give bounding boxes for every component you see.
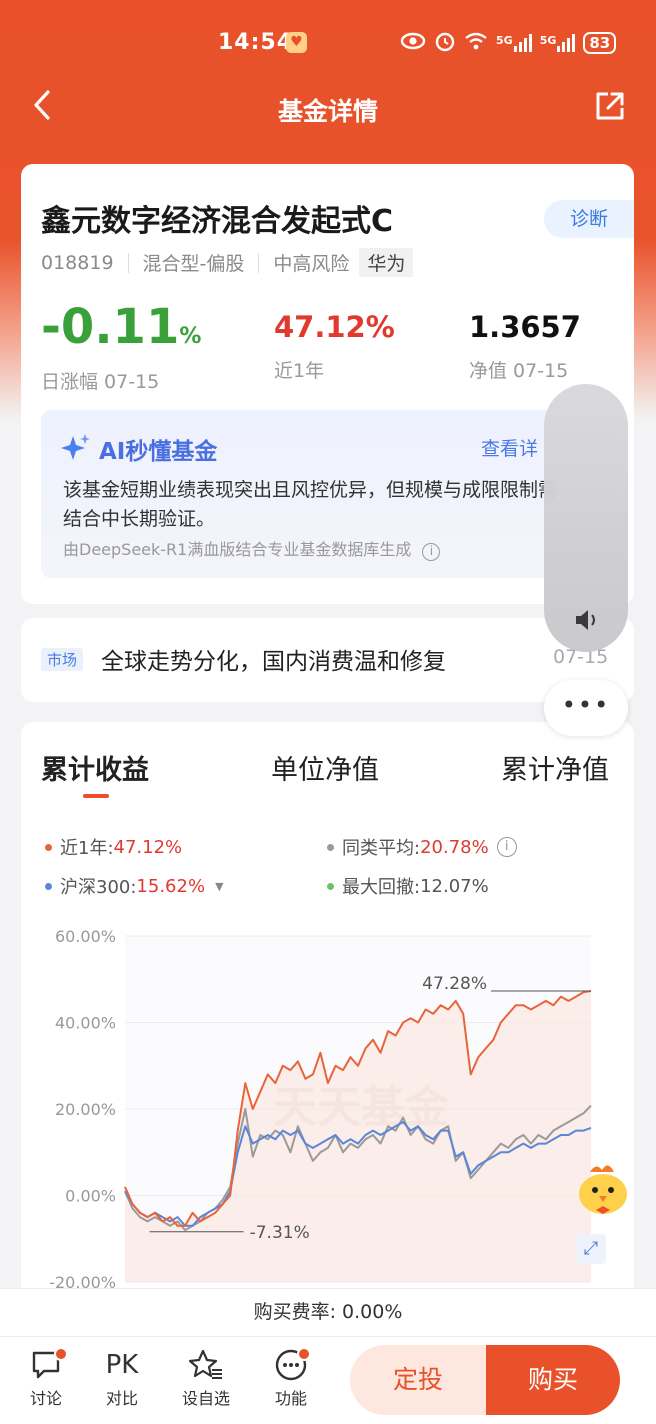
info-icon[interactable]: i xyxy=(422,543,441,561)
fund-summary-card: 鑫元数字经济混合发起式C 诊断 018819 混合型-偏股 中高风险 华为 -0… xyxy=(21,164,634,604)
nav-label: 净值 07-15 xyxy=(469,360,569,382)
y-tick-label: 0.00% xyxy=(65,1187,116,1206)
expand-chart-icon[interactable]: ⤢ xyxy=(576,1234,606,1264)
share-icon[interactable] xyxy=(594,90,626,122)
diagnose-button[interactable]: 诊断 xyxy=(544,200,634,238)
buy-button[interactable]: 购买 xyxy=(486,1345,620,1415)
eye-icon xyxy=(400,31,426,55)
wifi-icon xyxy=(464,31,488,55)
signal-1-label: 5G xyxy=(496,34,513,47)
floating-volume-panel[interactable] xyxy=(544,384,628,652)
daily-change-stat: -0.11% 日涨幅 07-15 xyxy=(41,300,201,394)
ai-source-note: 由DeepSeek-R1满血版结合专业基金数据库生成 i xyxy=(63,536,441,561)
watchlist-label: 设自选 xyxy=(181,1389,230,1408)
alarm-icon xyxy=(434,30,456,56)
y-tick-label: 40.00% xyxy=(55,1014,116,1033)
nav-bar: 基金详情 xyxy=(0,80,656,136)
compare-button[interactable]: PK 对比 xyxy=(90,1345,154,1409)
nav-value: 1.3657 xyxy=(469,310,581,344)
page-title: 基金详情 xyxy=(277,97,378,126)
more-circle-icon xyxy=(259,1345,323,1385)
add-watchlist-button[interactable]: 设自选 xyxy=(174,1345,238,1409)
fund-code: 018819 xyxy=(41,251,114,274)
signal-5g-icon-2: 5G xyxy=(540,34,576,52)
divider xyxy=(127,252,129,273)
purchase-fee-bar: 购买费率: 0.00% xyxy=(0,1288,656,1336)
fund-name: 鑫元数字经济混合发起式C xyxy=(41,204,394,239)
year-return-value: 47.12% xyxy=(274,310,395,344)
ai-summary-box[interactable]: AI秒懂基金 查看详 该基金短期业绩表现突出且风控优异，但规模与成限限制需结合中… xyxy=(41,410,616,578)
app-heart-icon: ♥ xyxy=(286,32,307,53)
more-options-icon[interactable]: ••• xyxy=(544,680,628,736)
status-bar: 14:54 ♥ 5G 5G 83 xyxy=(0,0,656,80)
nav-stat: 1.3657 净值 07-15 xyxy=(469,300,581,383)
divider xyxy=(258,252,260,273)
mascot-chick-icon[interactable] xyxy=(572,1160,634,1220)
market-headline: 全球走势分化，国内消费温和修复 xyxy=(101,649,446,675)
functions-button[interactable]: 功能 xyxy=(259,1345,323,1409)
discuss-label: 讨论 xyxy=(29,1389,62,1408)
min-annotation: -7.31% xyxy=(250,1223,310,1243)
pk-icon-label: PK xyxy=(105,1350,139,1380)
performance-chart-card: 累计收益 单位净值 累计净值 近1年: 47.12% 同类平均: 20.78% i … xyxy=(21,722,634,1362)
discuss-button[interactable]: 讨论 xyxy=(14,1345,78,1409)
status-time: 14:54 xyxy=(218,30,294,55)
pk-icon: PK xyxy=(90,1345,154,1385)
signal-5g-icon: 5G xyxy=(496,34,532,52)
ai-summary-text: 该基金短期业绩表现突出且风控优异，但规模与成限限制需结合中长期验证。 xyxy=(63,479,558,530)
auto-invest-button[interactable]: 定投 xyxy=(350,1345,486,1415)
notification-dot xyxy=(297,1347,311,1361)
daily-change-value-wrap: -0.11% xyxy=(41,300,201,365)
chat-bubble-icon xyxy=(14,1345,78,1385)
compare-label: 对比 xyxy=(105,1389,138,1408)
market-news-card[interactable]: 市场 全球走势分化，国内消费温和修复 07-15 xyxy=(21,618,634,702)
max-annotation: 47.28% xyxy=(422,974,487,994)
fund-type: 混合型-偏股 xyxy=(142,253,245,275)
status-icons: 5G 5G 83 xyxy=(400,30,617,56)
y-tick-label: -20.00% xyxy=(49,1273,116,1288)
daily-change-value: -0.11 xyxy=(41,299,180,355)
year-return-label: 近1年 xyxy=(274,360,325,382)
star-list-icon xyxy=(174,1345,238,1385)
y-tick-label: 20.00% xyxy=(55,1100,116,1119)
market-tag: 市场 xyxy=(41,648,84,671)
speaker-icon[interactable] xyxy=(572,606,600,641)
fund-risk: 中高风险 xyxy=(273,253,350,275)
notification-dot xyxy=(54,1347,68,1361)
signal-2-label: 5G xyxy=(539,34,557,47)
bottom-action-bar: 讨论 PK 对比 设自选 功能 定投 购买 xyxy=(0,1336,656,1424)
fund-meta: 018819 混合型-偏股 中高风险 华为 xyxy=(41,248,414,277)
ai-source-text: 由DeepSeek-R1满血版结合专业基金数据库生成 xyxy=(63,540,412,559)
sparkle-icon xyxy=(61,432,91,469)
year-return-stat: 47.12% 近1年 xyxy=(274,300,395,383)
ai-view-more-link[interactable]: 查看详 xyxy=(481,434,538,461)
fund-theme-tag[interactable]: 华为 xyxy=(359,248,414,277)
daily-change-unit: % xyxy=(179,324,202,349)
ai-title: AI秒懂基金 xyxy=(99,439,218,465)
battery-icon: 83 xyxy=(583,32,617,54)
daily-change-label: 日涨幅 07-15 xyxy=(41,371,160,393)
y-tick-label: 60.00% xyxy=(55,927,116,946)
performance-line-chart[interactable]: 60.00%40.00%20.00%0.00%-20.00%天天基金47.28%… xyxy=(21,722,634,1288)
functions-label: 功能 xyxy=(274,1389,307,1408)
